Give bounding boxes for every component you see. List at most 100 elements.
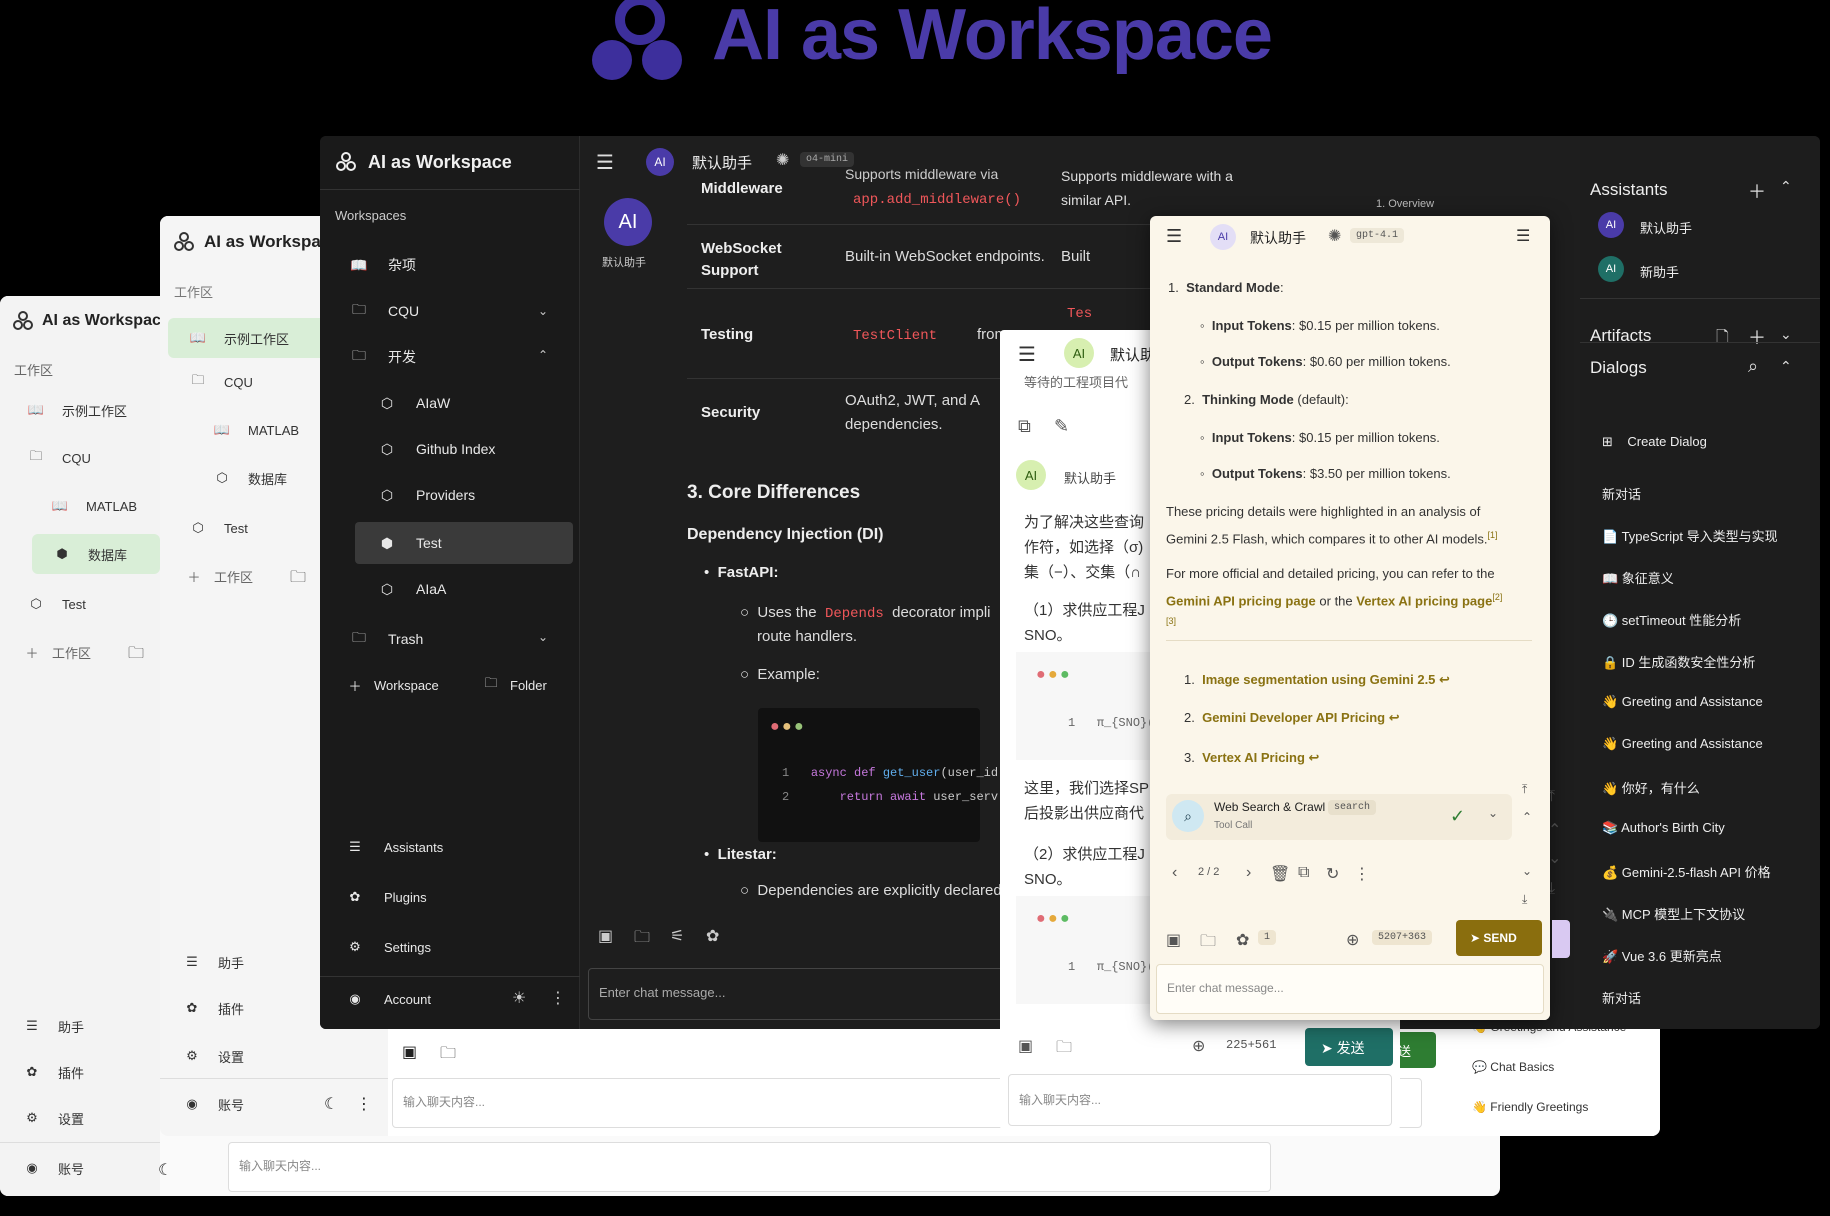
dialog-item[interactable]: 🚀 Vue 3.6 更新亮点 (1602, 946, 1722, 965)
chat-input[interactable]: 输入聊天内容... (1008, 1074, 1392, 1126)
dialog-item[interactable]: 📄 TypeScript 导入类型与实现 (1602, 526, 1778, 545)
menu-icon[interactable]: ☰ (1166, 226, 1182, 247)
moon-icon[interactable]: ☾ (324, 1094, 338, 1114)
model-tag[interactable]: gpt-4.1 (1350, 228, 1405, 243)
chevron-up-icon[interactable]: ⌃ (1780, 358, 1792, 375)
source-item[interactable]: 1. Image segmentation using Gemini 2.5 ↩ (1184, 672, 1450, 688)
dialog-item[interactable]: 👋 Greeting and Assistance (1602, 736, 1763, 752)
chat-input[interactable]: 输入聊天内容... (228, 1142, 1271, 1192)
search-icon[interactable]: ⌕ (1748, 356, 1758, 377)
tree-item-misc[interactable]: 📖 杂项 (348, 254, 416, 276)
tree-item-test-selected[interactable]: ⬢ Test (355, 522, 573, 564)
reference[interactable]: [3] (1166, 616, 1176, 626)
dialog-item[interactable]: 📚 Author's Birth City (1602, 820, 1725, 836)
workspace-item[interactable]: ⬡ 数据库 (212, 468, 287, 488)
workspace-item[interactable]: 📖 MATLAB (212, 420, 299, 440)
add-workspace-button[interactable]: ＋工作区 (22, 642, 91, 662)
link[interactable]: Vertex AI pricing page (1356, 593, 1492, 608)
assistant-item[interactable]: 新助手 (1640, 262, 1679, 281)
account-button[interactable]: ◉ 账号 (22, 1158, 84, 1178)
menu-icon[interactable]: ☰ (1018, 342, 1036, 367)
nav-settings[interactable]: ⚙ 设置 (182, 1046, 244, 1066)
add-workspace-button[interactable]: ＋ Workspace (344, 674, 438, 696)
plus-icon[interactable]: ＋ (1748, 324, 1766, 350)
send-button[interactable]: ➤ 发送 (1305, 1028, 1393, 1066)
sun-icon[interactable]: ☀ (512, 988, 526, 1008)
tree-item-github-index[interactable]: ⬡ Github Index (376, 438, 496, 460)
nav-plugins[interactable]: ✿ 插件 (22, 1062, 84, 1082)
folder-icon[interactable]: 🗀 (634, 926, 650, 953)
chevron-up-icon[interactable]: ⌃ (538, 348, 548, 362)
chevron-down-icon[interactable]: ⌄ (538, 630, 548, 644)
account-button[interactable]: ◉ 账号 (182, 1094, 244, 1114)
more-icon[interactable]: ⋮ (1354, 864, 1370, 884)
add-folder-icon[interactable]: 🗀 (128, 642, 144, 669)
add-workspace-button[interactable]: ＋工作区 (184, 566, 253, 586)
scroll-top-icon[interactable]: ⤒ (1522, 782, 1527, 797)
assistant-name[interactable]: 默认助 (1110, 344, 1155, 365)
scroll-down-icon[interactable]: ⌄ (1522, 864, 1532, 878)
image-icon[interactable]: ▣ (1166, 930, 1181, 950)
dialog-item[interactable]: 新对话 (1602, 988, 1641, 1007)
folder-item[interactable]: 🗀 CQU (26, 448, 90, 468)
nav-settings[interactable]: ⚙ Settings (344, 936, 431, 958)
workspace-item-selected[interactable]: ⬢ 数据库 (32, 534, 160, 574)
tree-item-aiaa[interactable]: ⬡ AIaA (376, 578, 446, 600)
delete-icon[interactable]: 🗑 (1270, 864, 1290, 884)
create-dialog-button[interactable]: ⊞ Create Dialog (1602, 434, 1707, 450)
source-item[interactable]: 2. Gemini Developer API Pricing ↩ (1184, 710, 1400, 726)
dialog-item[interactable]: 👋 你好，有什么 (1602, 778, 1700, 797)
tree-folder-cqu[interactable]: 🗀 CQU (348, 300, 419, 322)
refresh-icon[interactable]: ↻ (1326, 864, 1339, 884)
outline-icon[interactable]: ☰ (1516, 226, 1530, 246)
nav-assistants[interactable]: ☰ 助手 (182, 952, 244, 972)
send-button[interactable]: ➤ SEND (1456, 920, 1542, 956)
image-icon[interactable]: ▣ (402, 1042, 417, 1062)
image-icon[interactable]: ▣ (1018, 1036, 1033, 1056)
chat-input[interactable]: Enter chat message... (1156, 964, 1544, 1014)
puzzle-icon[interactable]: ✿ (706, 926, 719, 946)
menu-icon[interactable]: ☰ (596, 150, 614, 175)
puzzle-icon[interactable]: ✿ (1236, 930, 1249, 950)
chevron-down-icon[interactable]: ⌄ (538, 304, 548, 318)
scroll-bottom-icon[interactable]: ⤓ (1522, 892, 1527, 907)
chevron-down-icon[interactable]: ⌄ (1780, 326, 1792, 343)
folder-icon[interactable]: 🗀 (440, 1042, 456, 1069)
chevron-up-icon[interactable]: ⌃ (1780, 178, 1792, 195)
chevron-down-icon[interactable]: ⌄ (1488, 806, 1498, 820)
dialog-item[interactable]: 🕒 setTimeout 性能分析 (1602, 610, 1741, 629)
dialog-item[interactable]: 💰 Gemini-2.5-flash API 价格 (1602, 862, 1771, 881)
source-item[interactable]: 3. Vertex AI Pricing ↩ (1184, 750, 1319, 766)
sliders-icon[interactable]: ⚟ (670, 926, 684, 946)
scroll-down-icon[interactable]: ⌄ (1548, 848, 1561, 868)
send-button-peek[interactable] (1552, 920, 1570, 958)
tree-folder-trash[interactable]: 🗀 Trash (348, 628, 423, 650)
moon-icon[interactable]: ☾ (158, 1160, 172, 1180)
add-folder-button[interactable]: 🗀 Folder (480, 674, 546, 696)
tool-call-card[interactable]: ⌕ Web Search & Crawl search Tool Call ✓ … (1166, 794, 1512, 840)
folder-icon[interactable]: 🗀 (1056, 1036, 1072, 1063)
tree-item-providers[interactable]: ⬡ Providers (376, 484, 475, 506)
dialog-item[interactable]: 新对话 (1602, 484, 1641, 503)
scroll-up-icon[interactable]: ⌃ (1522, 810, 1532, 824)
workspace-item[interactable]: 📖 MATLAB (50, 496, 137, 516)
add-folder-icon[interactable]: 🗀 (290, 566, 306, 593)
more-icon[interactable]: ⋮ (356, 1094, 372, 1114)
assistant-item[interactable]: 默认助手 (1640, 218, 1692, 237)
dialog-item[interactable]: 🔌 MCP 模型上下文协议 (1602, 904, 1745, 923)
image-icon[interactable]: ▣ (598, 926, 613, 946)
more-icon[interactable]: ⋮ (550, 988, 566, 1008)
chevron-left-icon[interactable]: ‹ (1172, 864, 1177, 882)
dialog-item[interactable]: 💬 Chat Basics (1472, 1060, 1554, 1074)
folder-icon[interactable]: 🗀 (1200, 930, 1216, 957)
copy-icon[interactable]: ⧉ (1298, 864, 1309, 882)
dialog-item[interactable]: 🔒 ID 生成函数安全性分析 (1602, 652, 1755, 671)
tree-folder-dev[interactable]: 🗀 开发 (348, 346, 416, 368)
nav-plugins[interactable]: ✿ 插件 (182, 998, 244, 1018)
tree-item-aiaw[interactable]: ⬡ AIaW (376, 392, 450, 414)
nav-assistants[interactable]: ☰ 助手 (22, 1016, 84, 1036)
edit-icon[interactable]: ✎ (1054, 416, 1069, 437)
nav-assistants[interactable]: ☰ Assistants (344, 836, 443, 858)
workspace-item[interactable]: 📖 示例工作区 (26, 400, 127, 420)
copy-icon[interactable]: ⧉ (1018, 416, 1031, 437)
